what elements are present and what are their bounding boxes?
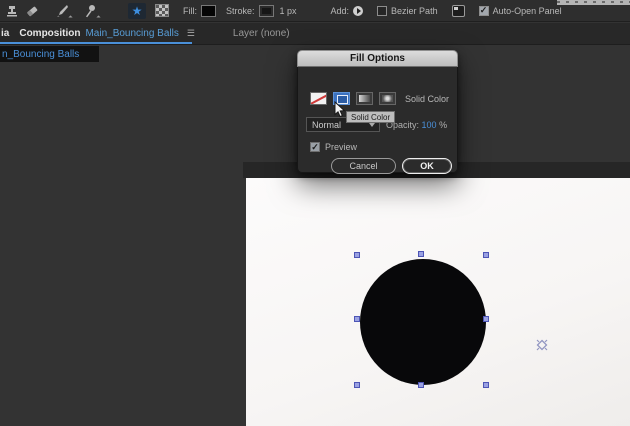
- cancel-button-label: Cancel: [349, 161, 378, 171]
- fill-color-swatch[interactable]: [201, 4, 216, 17]
- opacity-row: Opacity: 100 %: [386, 120, 447, 130]
- bezier-path-label: Bezier Path: [391, 5, 438, 16]
- solid-color-tooltip: Solid Color: [346, 111, 396, 123]
- partial-panel-strip: [557, 0, 630, 5]
- brush-subtool-caret: [68, 14, 73, 20]
- puppet-pin-icon: [85, 4, 95, 17]
- tooltip-text: Solid Color: [351, 112, 391, 122]
- tab-layer[interactable]: Layer (none): [233, 28, 290, 39]
- composition-dropdown-item[interactable]: n_Bouncing Balls: [0, 46, 99, 62]
- eraser-tool-button[interactable]: [22, 2, 42, 20]
- clone-stamp-tool-button[interactable]: [2, 2, 22, 20]
- preview-label: Preview: [325, 142, 358, 152]
- fill-none-button[interactable]: [310, 92, 327, 105]
- anchor-point-icon[interactable]: [534, 337, 550, 353]
- fill-label: Fill:: [183, 5, 197, 16]
- stroke-width-value[interactable]: 1 px: [280, 6, 297, 16]
- opacity-value[interactable]: 100: [422, 120, 437, 130]
- selection-handle-bottom-right[interactable]: [483, 382, 489, 388]
- composition-dropdown-label: n_Bouncing Balls: [2, 48, 80, 60]
- puppet-subtool-caret: [96, 14, 101, 20]
- add-shape-menu-icon[interactable]: [353, 5, 364, 16]
- mouse-cursor: [334, 101, 346, 118]
- shape-star-tool-button[interactable]: ★: [128, 2, 146, 19]
- auto-open-panel-checkbox[interactable]: ✓: [478, 5, 489, 16]
- eraser-icon: [27, 6, 38, 16]
- transparency-grid-button[interactable]: [155, 4, 169, 17]
- after-effects-window: ★ Fill: Stroke: 1 px Add: Bezier Path ✓ …: [0, 0, 630, 426]
- cancel-button[interactable]: Cancel: [331, 158, 396, 174]
- ok-button-label: OK: [420, 161, 434, 171]
- fill-radial-gradient-button[interactable]: [379, 92, 396, 105]
- selection-handle-middle-left[interactable]: [354, 316, 360, 322]
- fill-type-label: Solid Color: [405, 94, 450, 104]
- bezier-path-checkbox[interactable]: [377, 5, 388, 16]
- brush-icon: [57, 4, 68, 17]
- ellipse-shape-layer[interactable]: [360, 259, 486, 385]
- star-icon: ★: [131, 3, 143, 18]
- opacity-unit: %: [439, 120, 448, 130]
- stroke-label: Stroke:: [226, 5, 255, 16]
- auto-open-panel-label: Auto-Open Panel: [492, 5, 562, 16]
- preview-row: ✓ Preview: [310, 142, 357, 152]
- selection-handle-bottom-center[interactable]: [418, 382, 424, 388]
- dialog-title: Fill Options: [350, 53, 405, 64]
- cropped-tab-fragment: ia: [1, 28, 10, 39]
- dialog-title-bar[interactable]: Fill Options: [297, 50, 458, 67]
- stroke-color-swatch[interactable]: [258, 4, 274, 17]
- fill-linear-gradient-button[interactable]: [356, 92, 373, 105]
- selection-handle-bottom-left[interactable]: [354, 382, 360, 388]
- clone-stamp-icon: [7, 5, 17, 16]
- blend-mode-value: Normal: [312, 119, 342, 130]
- selection-handle-middle-right[interactable]: [483, 316, 489, 322]
- ok-button[interactable]: OK: [402, 158, 452, 174]
- composition-tab-label: Composition: [19, 28, 81, 39]
- puppet-pin-tool-button[interactable]: [80, 2, 101, 20]
- selection-handle-top-center[interactable]: [418, 251, 424, 257]
- panel-tab-bar: ia Composition Main_Bouncing Balls ☰ Lay…: [0, 23, 630, 45]
- panel-menu-icon[interactable]: ☰: [187, 28, 195, 39]
- chevron-down-icon: [369, 123, 375, 127]
- preview-checkbox[interactable]: ✓: [310, 142, 320, 152]
- selection-handle-top-left[interactable]: [354, 252, 360, 258]
- panel-icon[interactable]: [451, 4, 465, 17]
- tool-options-bar: ★ Fill: Stroke: 1 px Add: Bezier Path ✓ …: [0, 0, 630, 22]
- active-tab-underline: [0, 42, 192, 44]
- add-label: Add:: [330, 5, 350, 16]
- brush-tool-button[interactable]: [52, 2, 73, 20]
- composition-name: Main_Bouncing Balls: [85, 28, 179, 39]
- selection-handle-top-right[interactable]: [483, 252, 489, 258]
- tab-composition[interactable]: Composition Main_Bouncing Balls ☰: [19, 28, 195, 39]
- dialog-body: Solid Color Normal Solid Color Opacity: …: [297, 67, 458, 174]
- fill-options-dialog: Fill Options Solid Color Normal Solid Co…: [297, 50, 458, 174]
